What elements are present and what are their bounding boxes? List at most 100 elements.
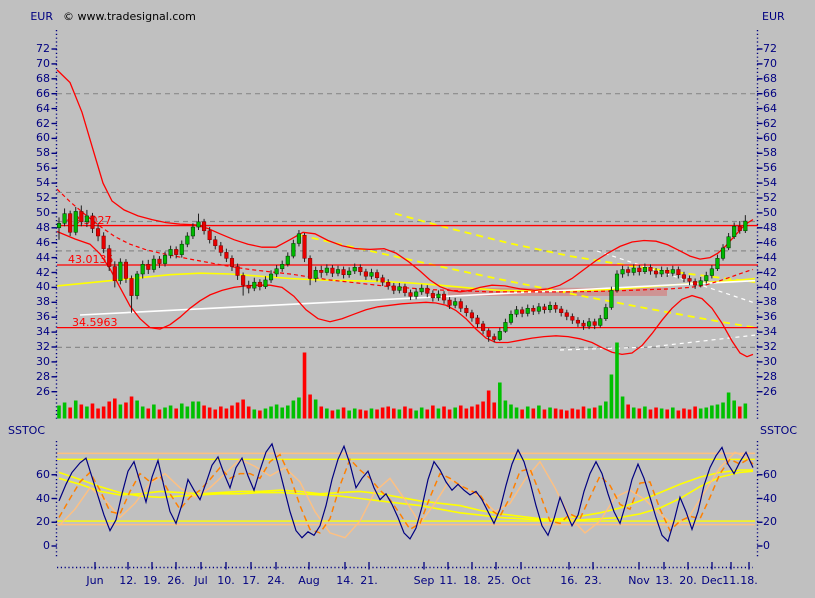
candle-up (621, 270, 625, 274)
candle-up (370, 273, 374, 277)
candle-down (470, 313, 474, 318)
volume-bar (554, 409, 558, 419)
volume-bar (102, 407, 106, 419)
candle-up (671, 270, 675, 274)
candle-down (392, 286, 396, 290)
volume-bar (303, 353, 307, 419)
volume-bar (353, 409, 357, 419)
candle-down (375, 273, 379, 278)
candle-down (677, 270, 681, 275)
volume-bar (275, 405, 279, 419)
volume-bar (504, 401, 508, 419)
candle-up (420, 288, 424, 292)
candle-down (649, 267, 653, 271)
candle-up (180, 244, 184, 254)
candle-down (403, 287, 407, 293)
candle-down (364, 272, 368, 276)
volume-bar (660, 409, 664, 419)
candle-down (425, 288, 429, 293)
candle-up (314, 270, 318, 278)
candle-down (465, 308, 469, 312)
candle-up (197, 222, 201, 227)
candle-down (559, 309, 563, 313)
volume-bar (258, 411, 262, 419)
main-chart-svg[interactable] (0, 0, 815, 598)
candle-up (716, 258, 720, 268)
volume-bar (202, 406, 206, 419)
volume-bar (665, 410, 669, 419)
volume-bar (152, 405, 156, 419)
volume-bar (610, 375, 614, 419)
candle-down (654, 271, 658, 274)
volume-bar (677, 411, 681, 419)
volume-bar (80, 405, 84, 419)
volume-bar (292, 401, 296, 419)
candle-up (660, 270, 664, 274)
candle-up (710, 269, 714, 276)
candle-up (537, 307, 541, 311)
volume-bar (520, 410, 524, 419)
volume-bar (420, 408, 424, 419)
volume-bar (253, 410, 257, 419)
volume-bar (615, 343, 619, 419)
volume-bar (744, 404, 748, 419)
candle-down (113, 267, 117, 281)
volume-bar (425, 410, 429, 419)
candle-down (571, 316, 575, 320)
sstoc-fast-line (59, 444, 753, 541)
candle-up (453, 302, 457, 306)
candle-up (704, 275, 708, 280)
volume-bar (286, 406, 290, 419)
volume-bar (470, 407, 474, 419)
volume-bar (197, 402, 201, 419)
candle-up (275, 269, 279, 274)
volume-bar (331, 411, 335, 419)
candle-down (202, 222, 206, 231)
volume-bar (336, 410, 340, 419)
volume-bar (241, 400, 245, 419)
candle-up (57, 223, 61, 227)
volume-bar (370, 409, 374, 419)
candle-down (492, 337, 496, 340)
volume-bar (565, 411, 569, 419)
volume-bar (465, 409, 469, 419)
candle-down (208, 231, 212, 240)
candle-up (292, 243, 296, 256)
candle-down (459, 302, 463, 309)
candle-up (191, 227, 195, 236)
volume-bar (158, 410, 162, 419)
candle-down (359, 267, 363, 271)
volume-bar (448, 410, 452, 419)
volume-bar (392, 409, 396, 419)
volume-bar (375, 410, 379, 419)
volume-bar (68, 408, 72, 419)
volume-bar (543, 410, 547, 419)
candle-down (303, 235, 307, 258)
candle-up (732, 226, 736, 236)
candle-up (119, 262, 123, 281)
volume-bar (532, 409, 536, 419)
candle-up (632, 268, 636, 272)
volume-bar (85, 407, 89, 419)
candle-down (342, 270, 346, 275)
candle-down (638, 268, 642, 272)
candle-down (230, 258, 234, 266)
candle-down (626, 270, 630, 273)
candle-down (91, 216, 95, 229)
volume-bar (576, 410, 580, 419)
candle-up (325, 268, 329, 272)
volume-bar (548, 408, 552, 419)
candle-down (225, 252, 229, 258)
volume-bar (638, 409, 642, 419)
volume-bar (325, 409, 329, 419)
volume-bar (626, 405, 630, 419)
candle-up (169, 249, 173, 255)
volume-bar (649, 410, 653, 419)
candle-up (280, 264, 284, 268)
volume-bar (174, 409, 178, 419)
candle-down (241, 275, 245, 285)
candle-down (442, 294, 446, 300)
volume-bar (264, 409, 268, 419)
volume-bar (704, 408, 708, 419)
candle-down (520, 310, 524, 314)
